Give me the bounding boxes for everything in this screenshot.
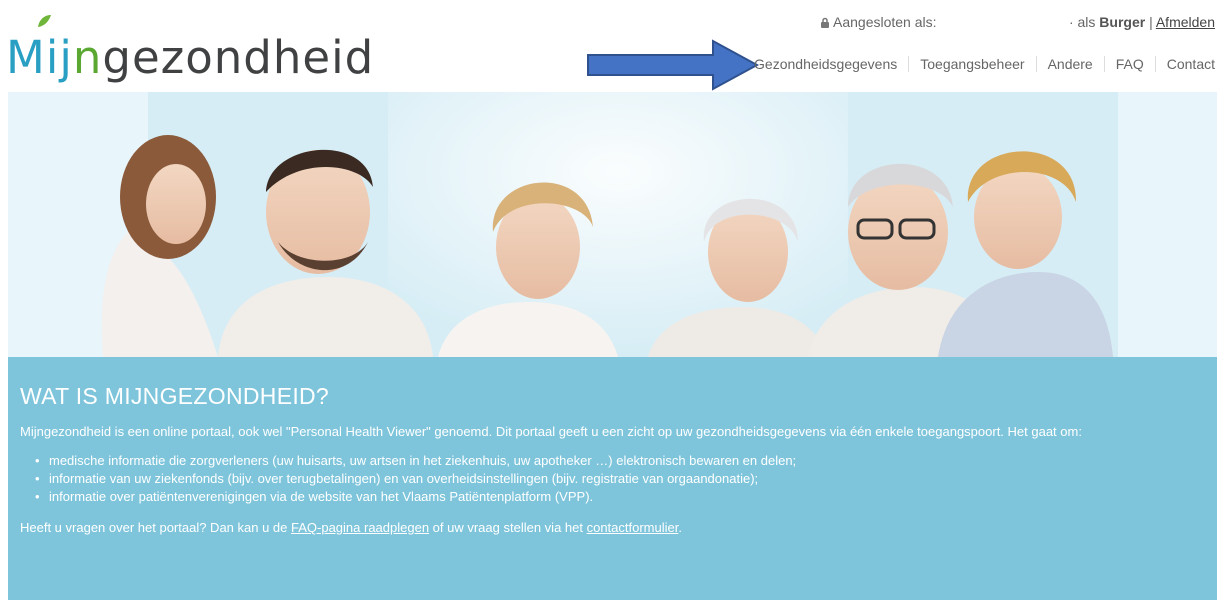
header: Mijngezondheid Aangesloten als: · als Bu… <box>0 0 1225 92</box>
question-text-1: Heeft u vragen over het portaal? Dan kan… <box>20 520 292 535</box>
login-role: · als Burger | Afmelden <box>1069 14 1215 30</box>
nav-gezondheidsgegevens[interactable]: Gezondheidsgegevens <box>743 56 908 72</box>
question-text-3: . <box>678 520 682 535</box>
role-prefix: · als <box>1068 14 1096 30</box>
login-prefix: Aangesloten als: <box>833 14 937 30</box>
main-nav: Gezondheidsgegevens Toegangsbeheer Ander… <box>743 56 1215 72</box>
role-separator: | <box>1149 14 1153 30</box>
logo-text: Mijngezondheid <box>6 31 375 84</box>
list-item: informatie over patiëntenverenigingen vi… <box>35 488 1205 506</box>
nav-contact[interactable]: Contact <box>1154 56 1215 72</box>
nav-andere[interactable]: Andere <box>1035 56 1104 72</box>
info-section: WAT IS MIJNGEZONDHEID? Mijngezondheid is… <box>8 357 1217 600</box>
nav-toegangsbeheer[interactable]: Toegangsbeheer <box>908 56 1035 72</box>
family-photo <box>8 92 1217 357</box>
info-questions: Heeft u vragen over het portaal? Dan kan… <box>20 519 1205 537</box>
login-status: Aangesloten als: <box>820 14 937 30</box>
hero-image <box>8 92 1217 357</box>
lock-icon <box>821 17 829 28</box>
info-intro: Mijngezondheid is een online portaal, oo… <box>20 424 1082 439</box>
nav-faq[interactable]: FAQ <box>1103 56 1155 72</box>
info-list: medische informatie die zorgverleners (u… <box>35 452 1205 506</box>
info-heading: WAT IS MIJNGEZONDHEID? <box>20 383 330 409</box>
question-text-2: of uw vraag stellen via het <box>429 520 587 535</box>
role-name: Burger <box>1099 14 1146 30</box>
logout-link[interactable]: Afmelden <box>1156 14 1215 30</box>
faq-link[interactable]: FAQ-pagina raadplegen <box>291 520 429 535</box>
list-item: medische informatie die zorgverleners (u… <box>35 452 1205 470</box>
arrow-annotation-icon <box>587 39 760 91</box>
leaf-icon <box>38 15 51 27</box>
contact-form-link[interactable]: contactformulier <box>587 520 679 535</box>
logo[interactable]: Mijngezondheid <box>6 14 374 80</box>
list-item: informatie van uw ziekenfonds (bijv. ove… <box>35 470 1205 488</box>
